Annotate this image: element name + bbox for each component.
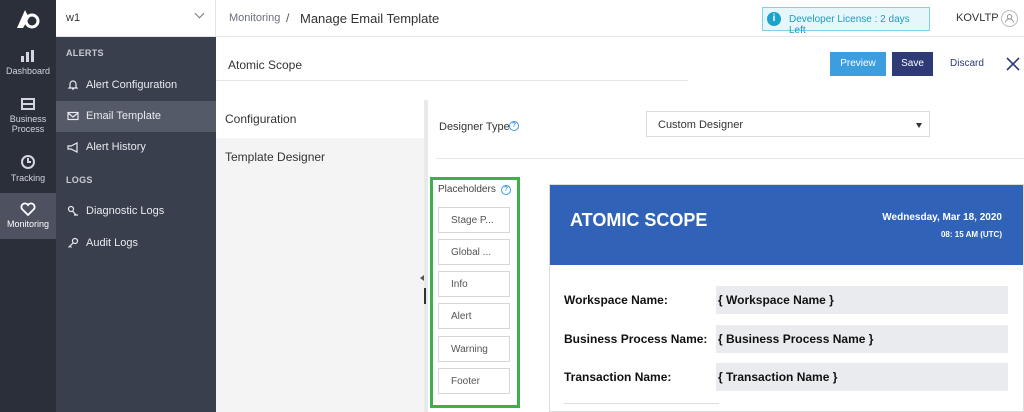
placeholder-global[interactable]: Global ... <box>438 239 510 265</box>
workspace-name-label: Workspace Name: <box>564 293 668 307</box>
tracking-icon <box>21 155 35 169</box>
side-menu: w1 ALERTS Alert Configuration Email Temp… <box>56 0 216 412</box>
monitoring-icon <box>20 202 36 216</box>
placeholder-info[interactable]: Info <box>438 271 510 297</box>
email-preview: ATOMIC SCOPE Wednesday, Mar 18, 2020 08:… <box>549 184 1024 412</box>
user-name[interactable]: KOVLTP <box>956 12 999 24</box>
placeholder-label: Stage P... <box>451 215 494 226</box>
breadcrumb-monitoring[interactable]: Monitoring <box>229 12 280 24</box>
license-text: Developer License : 2 days Left <box>789 14 910 36</box>
panel-splitter[interactable] <box>424 100 428 412</box>
business-process-icon <box>21 98 35 110</box>
workspace-name-value[interactable]: { Workspace Name } <box>716 286 1008 314</box>
placeholder-label: Footer <box>451 376 480 387</box>
menu-section-logs: LOGS <box>66 175 93 185</box>
dashboard-icon <box>21 50 34 62</box>
rail-item-business-process[interactable]: Business Process <box>0 95 56 139</box>
tab-label: Template Designer <box>225 150 326 164</box>
menu-item-alert-history[interactable]: Alert History <box>56 132 216 163</box>
collapse-arrow-icon[interactable] <box>420 275 424 281</box>
app-logo-icon[interactable] <box>14 6 40 32</box>
field-value: { Workspace Name } <box>718 293 834 307</box>
workspace-name: w1 <box>66 12 81 24</box>
top-bar: Monitoring / Manage Email Template i Dev… <box>216 0 1024 37</box>
info-icon: i <box>767 12 781 26</box>
menu-label: Email Template <box>86 110 161 122</box>
preview-divider <box>564 403 719 404</box>
designer-type-select[interactable]: Custom Designer <box>646 111 930 137</box>
menu-label: Alert History <box>86 141 146 153</box>
menu-item-email-template[interactable]: Email Template <box>56 101 216 132</box>
splitter-handle[interactable] <box>424 288 426 304</box>
field-value: { Business Process Name } <box>718 332 874 346</box>
rail-label-dashboard: Dashboard <box>5 66 51 76</box>
avatar-icon[interactable] <box>1001 10 1018 27</box>
menu-section-alerts: ALERTS <box>66 48 104 58</box>
megaphone-icon <box>67 142 78 153</box>
menu-label: Audit Logs <box>86 237 138 249</box>
app-root: Dashboard Business Process Tracking Moni… <box>0 0 1024 412</box>
placeholders-title: Placeholders <box>438 184 496 195</box>
discard-button[interactable]: Discard <box>943 52 991 76</box>
chevron-down-icon <box>194 8 205 19</box>
save-button[interactable]: Save <box>892 52 933 76</box>
page-title: Manage Email Template <box>300 11 440 26</box>
placeholder-label: Warning <box>451 344 488 355</box>
caret-down-icon <box>916 123 922 128</box>
license-banner: i Developer License : 2 days Left <box>762 7 930 36</box>
email-header: ATOMIC SCOPE Wednesday, Mar 18, 2020 08:… <box>550 185 1023 265</box>
menu-label: Diagnostic Logs <box>86 205 165 217</box>
field-value: { Transaction Name } <box>718 370 838 384</box>
section-divider <box>436 158 1024 159</box>
config-tabs: Configuration Template Designer <box>216 100 424 412</box>
help-icon[interactable]: ? <box>509 121 519 131</box>
designer-type-label: Designer Type <box>439 121 510 133</box>
preview-button[interactable]: Preview <box>830 52 886 76</box>
placeholder-stage[interactable]: Stage P... <box>438 207 510 233</box>
placeholder-label: Global ... <box>451 247 492 258</box>
email-brand: ATOMIC SCOPE <box>570 210 708 230</box>
rail-item-monitoring[interactable]: Monitoring <box>0 193 56 239</box>
email-time: 08: 15 AM (UTC) <box>940 230 1002 239</box>
tab-template-designer[interactable]: Template Designer <box>216 138 424 176</box>
close-icon[interactable] <box>1004 55 1022 73</box>
business-process-name-label: Business Process Name: <box>564 332 708 346</box>
rail-label-tracking: Tracking <box>10 173 46 183</box>
menu-item-diagnostic-logs[interactable]: Diagnostic Logs <box>56 196 216 227</box>
breadcrumb-separator: / <box>286 11 290 25</box>
placeholder-warning[interactable]: Warning <box>438 336 510 362</box>
placeholder-alert[interactable]: Alert <box>438 303 510 329</box>
placeholder-footer[interactable]: Footer <box>438 368 510 394</box>
placeholder-label: Info <box>451 279 468 290</box>
tab-configuration[interactable]: Configuration <box>216 100 424 138</box>
placeholder-label: Alert <box>451 311 472 322</box>
menu-item-alert-configuration[interactable]: Alert Configuration <box>56 70 216 101</box>
transaction-name-label: Transaction Name: <box>564 370 672 384</box>
rail-label-monitoring: Monitoring <box>6 219 50 229</box>
business-process-name-value[interactable]: { Business Process Name } <box>716 325 1008 353</box>
tab-label: Configuration <box>225 112 297 126</box>
envelope-icon <box>67 111 79 121</box>
template-title: Atomic Scope <box>228 58 303 72</box>
menu-item-audit-logs[interactable]: Audit Logs <box>56 228 216 259</box>
transaction-name-value[interactable]: { Transaction Name } <box>716 363 1008 391</box>
menu-label: Alert Configuration <box>86 79 178 91</box>
designer-type-value: Custom Designer <box>658 119 743 131</box>
title-divider <box>216 80 688 81</box>
help-icon[interactable]: ? <box>501 185 511 195</box>
workspace-selector[interactable]: w1 <box>56 0 216 37</box>
rail-item-tracking[interactable]: Tracking <box>0 152 56 188</box>
bell-icon <box>67 80 79 90</box>
diagnostic-icon <box>67 205 78 216</box>
rail-item-dashboard[interactable]: Dashboard <box>0 46 56 84</box>
icon-rail: Dashboard Business Process Tracking Moni… <box>0 0 56 412</box>
email-date: Wednesday, Mar 18, 2020 <box>882 212 1002 223</box>
key-icon <box>68 237 79 248</box>
rail-label-business-process: Business Process <box>9 114 47 134</box>
